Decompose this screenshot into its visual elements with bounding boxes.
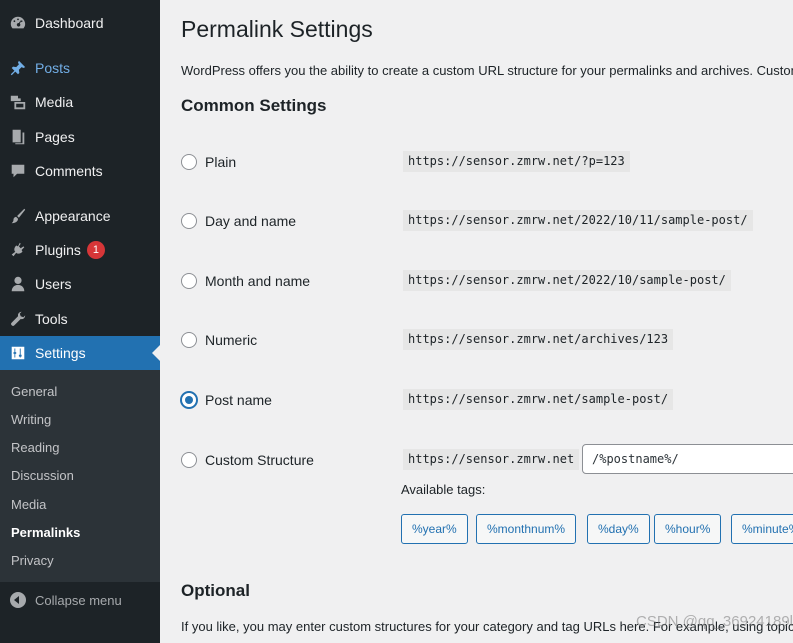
option-post-name: Post name https://sensor.zmrw.net/sample…	[181, 389, 793, 413]
custom-structure-input[interactable]: /%postname%/	[582, 444, 793, 474]
available-tags-label: Available tags:	[401, 482, 486, 497]
option-day-and-name-label[interactable]: Day and name	[205, 213, 296, 229]
submenu-privacy[interactable]: Privacy	[11, 553, 54, 568]
radio-post-name[interactable]	[181, 392, 197, 408]
option-plain: Plain https://sensor.zmrw.net/?p=123	[181, 151, 793, 175]
menu-pages[interactable]: Pages	[0, 120, 160, 154]
radio-plain[interactable]	[181, 154, 197, 170]
menu-posts-label: Posts	[35, 60, 71, 76]
menu-media[interactable]: Media	[0, 85, 160, 119]
menu-settings[interactable]: Settings	[0, 336, 160, 370]
menu-plugins-label: Plugins	[35, 242, 81, 258]
submenu-discussion[interactable]: Discussion	[11, 468, 74, 483]
menu-plugins[interactable]: Plugins 1	[0, 233, 160, 267]
tag-year-button[interactable]: %year%	[401, 514, 468, 544]
option-numeric: Numeric https://sensor.zmrw.net/archives…	[181, 329, 793, 353]
option-day-and-name: Day and name https://sensor.zmrw.net/202…	[181, 210, 793, 234]
collapse-arrow-icon	[10, 592, 26, 608]
menu-users[interactable]: Users	[0, 267, 160, 301]
tag-minute-button[interactable]: %minute%	[731, 514, 793, 544]
submenu-writing[interactable]: Writing	[11, 412, 51, 427]
radio-month-and-name[interactable]	[181, 273, 197, 289]
watermark-text: CSDN @qq_36924189l	[636, 613, 793, 630]
main-content: Permalink Settings WordPress offers you …	[160, 0, 793, 643]
radio-day-and-name[interactable]	[181, 213, 197, 229]
option-post-name-example: https://sensor.zmrw.net/sample-post/	[403, 389, 674, 410]
menu-dashboard-label: Dashboard	[35, 15, 104, 31]
tag-monthnum-button[interactable]: %monthnum%	[476, 514, 577, 544]
collapse-menu-button[interactable]: Collapse menu	[0, 588, 160, 612]
settings-submenu: General Writing Reading Discussion Media…	[0, 370, 160, 582]
submenu-permalinks[interactable]: Permalinks	[11, 525, 80, 540]
menu-posts[interactable]: Posts	[0, 51, 160, 85]
menu-appearance-label: Appearance	[35, 208, 111, 224]
option-month-and-name: Month and name https://sensor.zmrw.net/2…	[181, 270, 793, 294]
option-post-name-label[interactable]: Post name	[205, 392, 272, 408]
menu-tools-label: Tools	[35, 311, 68, 327]
option-day-and-name-example: https://sensor.zmrw.net/2022/10/11/sampl…	[403, 210, 753, 231]
submenu-reading[interactable]: Reading	[11, 440, 59, 455]
option-plain-label[interactable]: Plain	[205, 154, 236, 170]
menu-settings-label: Settings	[35, 345, 86, 361]
radio-numeric[interactable]	[181, 332, 197, 348]
settings-icon	[8, 343, 28, 363]
option-plain-example: https://sensor.zmrw.net/?p=123	[403, 151, 630, 172]
menu-appearance[interactable]: Appearance	[0, 199, 160, 233]
submenu-general[interactable]: General	[11, 384, 57, 399]
common-settings-heading: Common Settings	[181, 96, 327, 115]
media-icon	[8, 92, 28, 112]
optional-heading: Optional	[181, 581, 250, 600]
option-month-and-name-label[interactable]: Month and name	[205, 273, 310, 289]
pages-icon	[8, 127, 28, 147]
user-icon	[8, 274, 28, 294]
page-title: Permalink Settings	[181, 16, 373, 42]
submenu-media[interactable]: Media	[11, 497, 46, 512]
radio-custom-structure[interactable]	[181, 452, 197, 468]
option-custom-structure-label[interactable]: Custom Structure	[205, 452, 314, 468]
brush-icon	[8, 206, 28, 226]
menu-comments[interactable]: Comments	[0, 154, 160, 188]
tag-hour-button[interactable]: %hour%	[654, 514, 722, 544]
plugin-update-badge: 1	[86, 241, 105, 259]
plugin-icon	[8, 240, 28, 260]
collapse-menu-label: Collapse menu	[35, 592, 122, 608]
menu-comments-label: Comments	[35, 163, 103, 179]
custom-structure-base-url: https://sensor.zmrw.net	[403, 449, 580, 470]
option-month-and-name-example: https://sensor.zmrw.net/2022/10/sample-p…	[403, 270, 731, 291]
admin-sidebar: Dashboard Posts Media Pages Comments App…	[0, 0, 160, 643]
wrench-icon	[8, 309, 28, 329]
tag-day-button[interactable]: %day%	[587, 514, 650, 544]
dashboard-icon	[8, 13, 28, 33]
menu-tools[interactable]: Tools	[0, 302, 160, 336]
menu-media-label: Media	[35, 94, 74, 110]
menu-pages-label: Pages	[35, 129, 75, 145]
option-numeric-label[interactable]: Numeric	[205, 332, 257, 348]
option-numeric-example: https://sensor.zmrw.net/archives/123	[403, 329, 674, 350]
intro-text: WordPress offers you the ability to crea…	[181, 63, 793, 78]
menu-dashboard[interactable]: Dashboard	[0, 6, 160, 40]
menu-users-label: Users	[35, 276, 72, 292]
comment-icon	[8, 161, 28, 181]
pin-icon	[8, 58, 28, 78]
